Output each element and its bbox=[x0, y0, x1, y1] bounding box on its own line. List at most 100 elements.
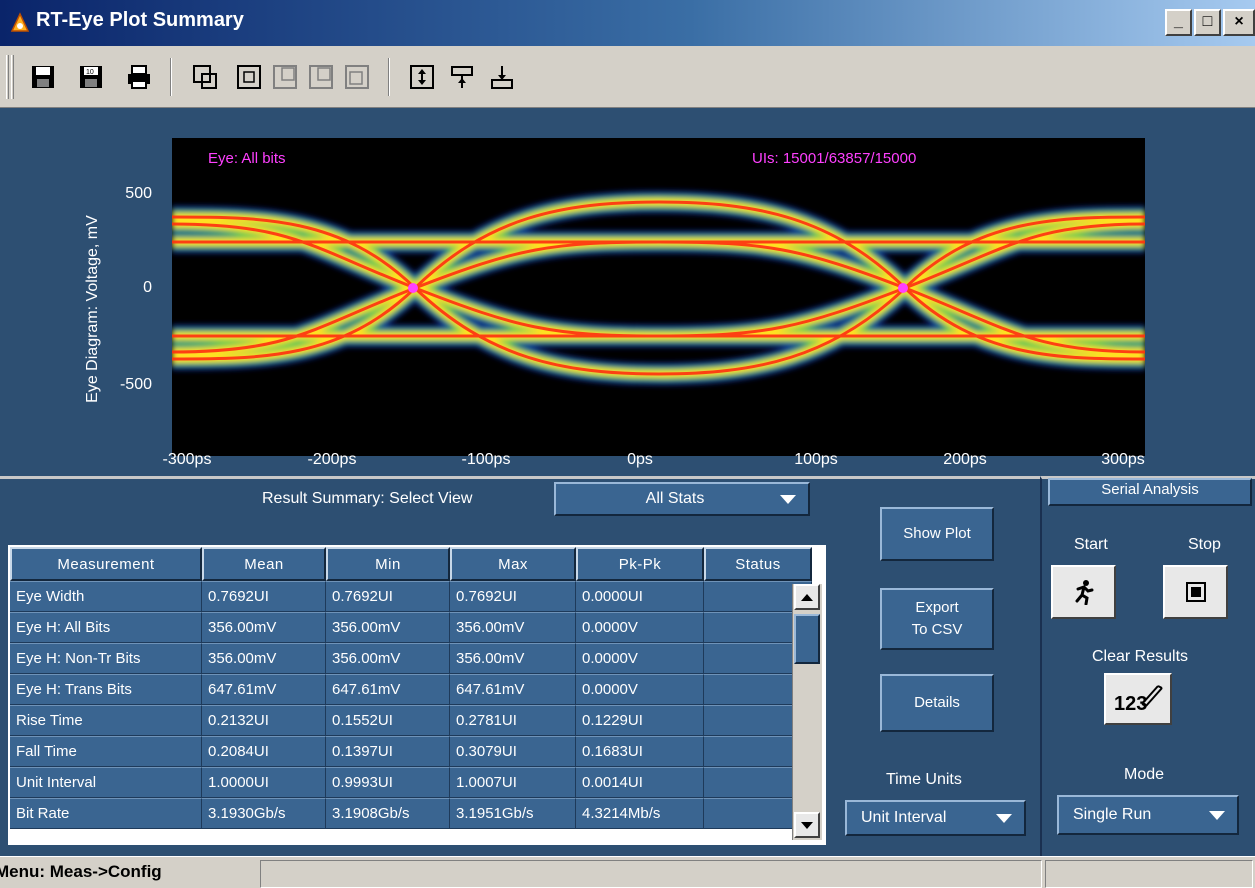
app-icon bbox=[8, 11, 32, 35]
table-scrollbar[interactable] bbox=[792, 584, 822, 840]
show-plot-button[interactable]: Show Plot bbox=[880, 507, 994, 561]
mean-value: 1.0000UI bbox=[202, 767, 326, 798]
column-header[interactable]: Measurement bbox=[10, 547, 202, 581]
mean-value: 0.2084UI bbox=[202, 736, 326, 767]
maximize-button[interactable]: □ bbox=[1194, 9, 1221, 36]
table-row[interactable]: Eye H: Non-Tr Bits 356.00mV 356.00mV 356.00… bbox=[10, 643, 812, 674]
y-tick-label: 500 bbox=[125, 185, 152, 202]
minimize-button[interactable]: _ bbox=[1165, 9, 1192, 36]
cursor-button[interactable] bbox=[445, 58, 479, 96]
zoom-window-button[interactable] bbox=[188, 58, 222, 96]
y-axis-label: Eye Diagram: Voltage, mV bbox=[84, 215, 101, 403]
x-tick-label: 200ps bbox=[943, 451, 987, 468]
max-value: 0.2781UI bbox=[450, 705, 576, 736]
column-header[interactable]: Min bbox=[326, 547, 450, 581]
min-value: 0.9993UI bbox=[326, 767, 450, 798]
results-table: Measurement Mean Min Max Pk-Pk Status Ey… bbox=[10, 547, 812, 829]
details-label: Details bbox=[914, 694, 960, 711]
scroll-thumb[interactable] bbox=[794, 614, 820, 664]
export-label-line2: To CSV bbox=[911, 621, 963, 638]
min-value: 3.1908Gb/s bbox=[326, 798, 450, 829]
mode-label: Mode bbox=[1124, 766, 1165, 783]
table-row[interactable]: Eye Width 0.7692UI 0.7692UI 0.7692UI 0.0000U… bbox=[10, 581, 812, 612]
clear-results-button[interactable]: 123 bbox=[1104, 673, 1172, 725]
min-value: 647.61mV bbox=[326, 674, 450, 705]
max-value: 356.00mV bbox=[450, 643, 576, 674]
zoom-out-button[interactable] bbox=[268, 58, 302, 96]
table-row[interactable]: Rise Time 0.2132UI 0.1552UI 0.2781UI 0.1229U… bbox=[10, 705, 812, 736]
max-value: 0.3079UI bbox=[450, 736, 576, 767]
min-value: 356.00mV bbox=[326, 612, 450, 643]
zoom-reset-button[interactable] bbox=[304, 58, 338, 96]
close-button[interactable]: × bbox=[1223, 9, 1255, 36]
print-icon bbox=[128, 65, 150, 89]
save-as-button[interactable]: 10 bbox=[74, 58, 108, 96]
max-value: 3.1951Gb/s bbox=[450, 798, 576, 829]
table-row[interactable]: Fall Time 0.2084UI 0.1397UI 0.3079UI 0.1683U… bbox=[10, 736, 812, 767]
column-header[interactable]: Mean bbox=[202, 547, 326, 581]
toolbar-grip[interactable] bbox=[11, 55, 14, 99]
measurement-name: Unit Interval bbox=[10, 767, 202, 798]
stop-icon bbox=[1185, 582, 1206, 602]
chevron-down-icon bbox=[780, 494, 796, 504]
table-row[interactable]: Eye H: All Bits 356.00mV 356.00mV 356.00mV 0… bbox=[10, 612, 812, 643]
print-button[interactable] bbox=[122, 58, 156, 96]
scroll-down-icon bbox=[801, 821, 813, 829]
column-header[interactable]: Max bbox=[450, 547, 576, 581]
start-button[interactable] bbox=[1051, 565, 1116, 619]
stop-button[interactable] bbox=[1163, 565, 1228, 619]
chevron-down-icon bbox=[996, 813, 1012, 823]
pk-pk-value: 0.0000V bbox=[576, 643, 704, 674]
marker-button[interactable] bbox=[485, 58, 519, 96]
serial-analysis-header: Serial Analysis bbox=[1048, 478, 1252, 506]
table-row[interactable]: Unit Interval 1.0000UI 0.9993UI 1.0007UI 0.0… bbox=[10, 767, 812, 798]
max-value: 356.00mV bbox=[450, 612, 576, 643]
zoom-in-button[interactable] bbox=[232, 58, 266, 96]
status-pane bbox=[260, 860, 1042, 888]
save-as-icon: 10 bbox=[80, 66, 102, 88]
mode-dropdown[interactable]: Single Run bbox=[1057, 795, 1239, 835]
details-button[interactable]: Details bbox=[880, 674, 994, 732]
select-view-value: All Stats bbox=[645, 490, 705, 507]
pk-pk-value: 0.1683UI bbox=[576, 736, 704, 767]
measurement-name: Fall Time bbox=[10, 736, 202, 767]
time-units-dropdown[interactable]: Unit Interval bbox=[845, 800, 1026, 836]
min-value: 0.1552UI bbox=[326, 705, 450, 736]
eye-diagram-canvas bbox=[172, 190, 1145, 386]
measurement-name: Eye H: All Bits bbox=[10, 612, 202, 643]
time-units-value: Unit Interval bbox=[861, 809, 947, 826]
select-view-dropdown[interactable]: All Stats bbox=[554, 482, 810, 516]
x-tick-label: -300ps bbox=[162, 451, 212, 468]
measurement-name: Rise Time bbox=[10, 705, 202, 736]
vertical-fit-button[interactable] bbox=[405, 58, 439, 96]
mean-value: 356.00mV bbox=[202, 612, 326, 643]
maximize-icon: □ bbox=[1202, 13, 1213, 30]
max-value: 0.7692UI bbox=[450, 581, 576, 612]
scroll-up-icon bbox=[801, 593, 813, 601]
start-label: Start bbox=[1074, 536, 1108, 553]
column-header[interactable]: Status bbox=[704, 547, 812, 581]
save-button[interactable] bbox=[26, 58, 60, 96]
cursor-icon bbox=[451, 66, 473, 88]
export-label-line1: Export bbox=[915, 599, 959, 616]
zoom-window-icon bbox=[193, 65, 217, 89]
toolbar-separator bbox=[388, 58, 390, 96]
x-tick-label: -100ps bbox=[461, 451, 511, 468]
table-row[interactable]: Bit Rate 3.1930Gb/s 3.1908Gb/s 3.1951Gb/s 4.… bbox=[10, 798, 812, 829]
zoom-out-icon bbox=[273, 65, 297, 89]
chevron-down-icon bbox=[1209, 810, 1225, 820]
toolbar-grip[interactable] bbox=[6, 55, 9, 99]
table-row[interactable]: Eye H: Trans Bits 647.61mV 647.61mV 647.61m… bbox=[10, 674, 812, 705]
close-icon: × bbox=[1234, 13, 1244, 30]
column-header[interactable]: Pk-Pk bbox=[576, 547, 704, 581]
mode-value: Single Run bbox=[1073, 806, 1152, 823]
scroll-down-button[interactable] bbox=[794, 812, 820, 838]
pk-pk-value: 0.0000UI bbox=[576, 581, 704, 612]
scroll-up-button[interactable] bbox=[794, 584, 820, 610]
zoom-fit-button[interactable] bbox=[340, 58, 374, 96]
results-table-container: Measurement Mean Min Max Pk-Pk Status Ey… bbox=[8, 545, 826, 845]
eye-diagram-plot[interactable] bbox=[172, 138, 1145, 456]
export-csv-button[interactable]: Export To CSV bbox=[880, 588, 994, 650]
min-value: 0.7692UI bbox=[326, 581, 450, 612]
mean-value: 0.7692UI bbox=[202, 581, 326, 612]
